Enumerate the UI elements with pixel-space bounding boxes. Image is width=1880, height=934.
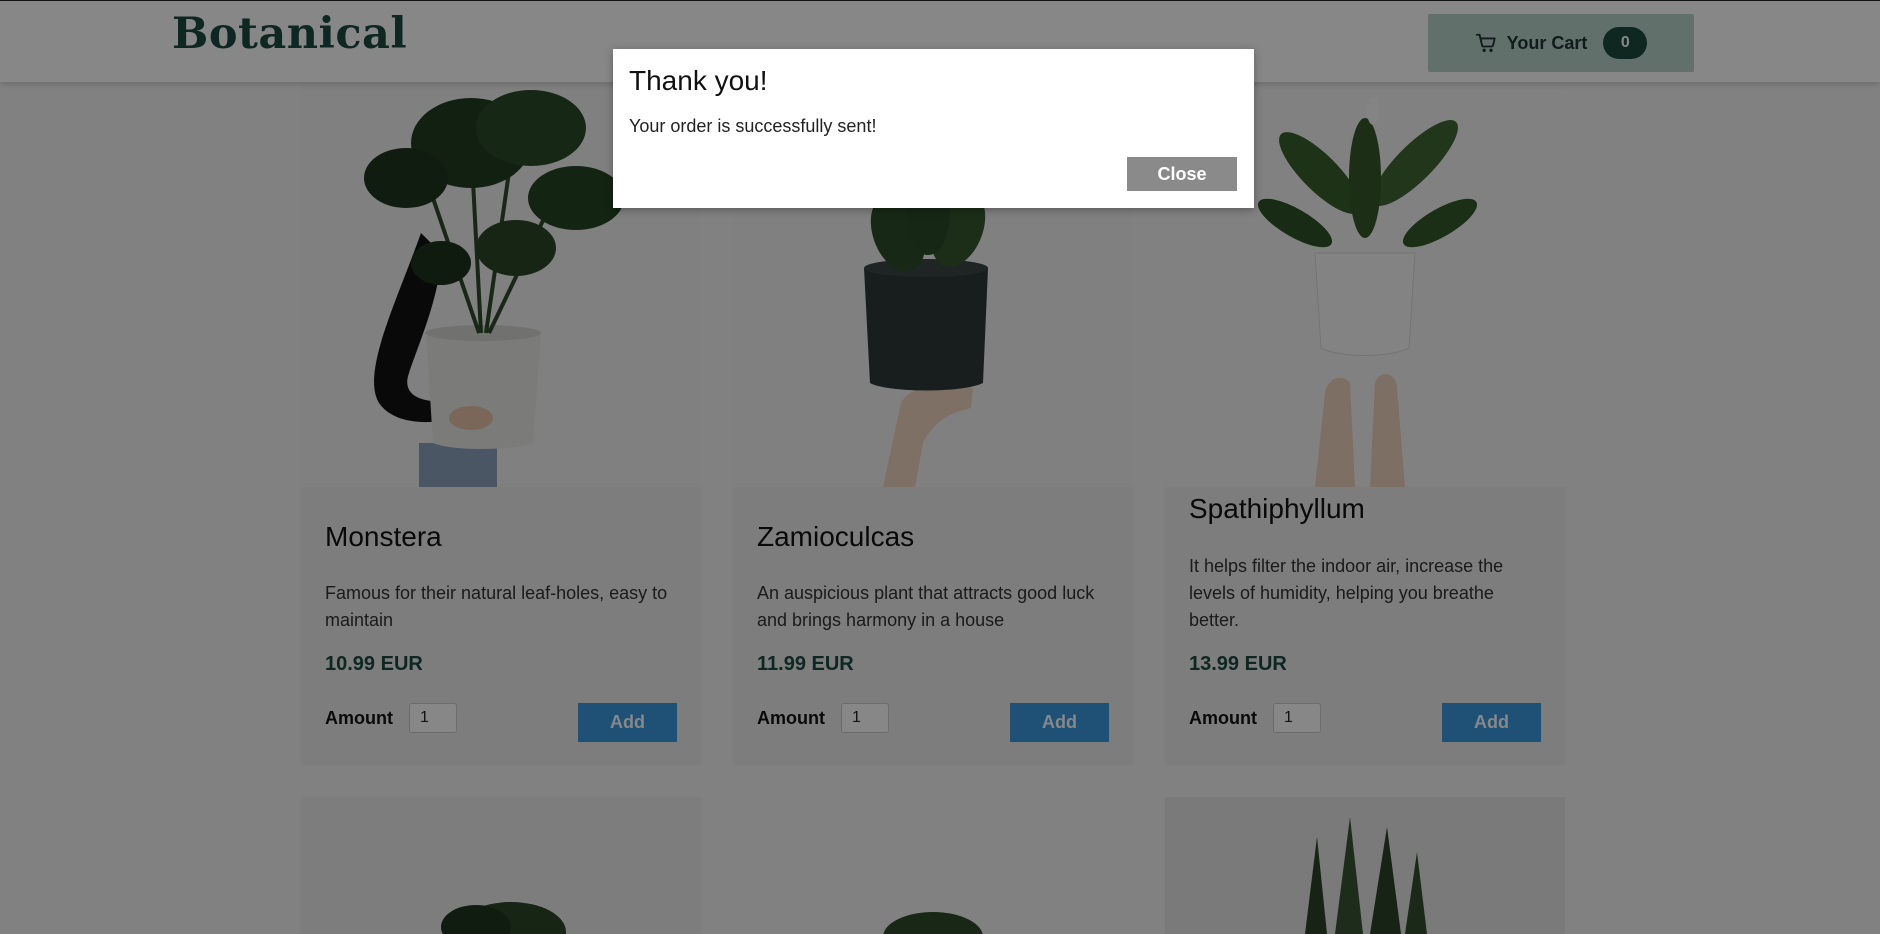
order-confirmation-modal: Thank you! Your order is successfully se…	[613, 49, 1254, 208]
modal-title: Thank you!	[629, 65, 768, 96]
modal-message: Your order is successfully sent!	[629, 116, 877, 136]
close-button[interactable]: Close	[1127, 157, 1237, 191]
